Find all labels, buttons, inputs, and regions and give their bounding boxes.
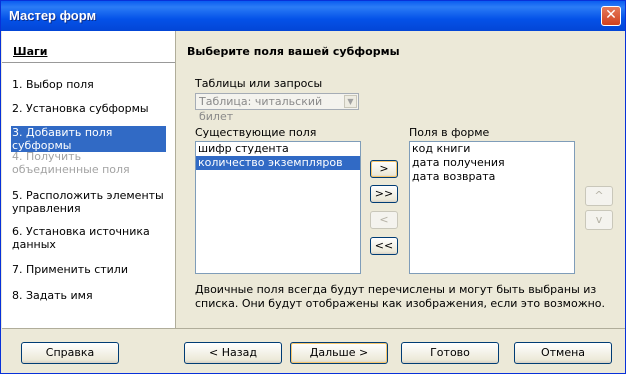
list-item[interactable]: код книги xyxy=(410,142,574,156)
form-fields-list[interactable]: код книги дата получения дата возврата xyxy=(409,141,575,274)
step-apply-styles[interactable]: 7. Применить стили xyxy=(12,263,166,276)
step-arrange-controls[interactable]: 5. Расположить элементы управления xyxy=(12,189,166,215)
list-item[interactable]: шифр студента xyxy=(196,142,360,156)
remove-field-button: < xyxy=(370,211,398,229)
steps-title: Шаги xyxy=(13,45,48,58)
step-data-source[interactable]: 6. Установка источника данных xyxy=(12,225,166,251)
list-item[interactable]: дата получения xyxy=(410,156,574,170)
remove-all-fields-button[interactable]: << xyxy=(370,237,398,255)
list-item[interactable]: количество экземпляров xyxy=(196,156,360,170)
title-bar[interactable]: Мастер форм ✕ xyxy=(1,1,625,31)
tables-label: Таблицы или запросы xyxy=(195,77,323,90)
window-title: Мастер форм xyxy=(9,8,97,23)
form-wizard-window: Мастер форм ✕ Шаги 1. Выбор поля 2. Уста… xyxy=(0,0,626,374)
binary-fields-note: Двоичные поля всегда будут перечислены и… xyxy=(195,283,606,310)
page-title: Выберите поля вашей субформы xyxy=(187,45,400,58)
steps-divider xyxy=(2,62,175,63)
list-item[interactable]: дата возврата xyxy=(410,170,574,184)
step-set-name[interactable]: 8. Задать имя xyxy=(12,289,166,302)
back-button[interactable]: < Назад xyxy=(184,342,282,364)
step-get-joined-fields: 4. Получить объединенные поля xyxy=(12,150,130,176)
step-select-fields[interactable]: 1. Выбор поля xyxy=(12,78,166,91)
wizard-page: Выберите поля вашей субформы Таблицы или… xyxy=(177,31,625,328)
add-all-fields-button[interactable]: >> xyxy=(370,185,398,203)
existing-fields-list[interactable]: шифр студента количество экземпляров xyxy=(195,141,361,274)
add-field-button[interactable]: > xyxy=(370,160,398,178)
existing-fields-label: Существующие поля xyxy=(195,126,317,139)
cancel-button[interactable]: Отмена xyxy=(514,342,612,364)
tables-select-value: Таблица: читальский билет xyxy=(199,95,323,123)
finish-button[interactable]: Готово xyxy=(401,342,499,364)
steps-sidebar: Шаги 1. Выбор поля 2. Установка субформы… xyxy=(2,31,176,328)
chevron-down-icon: ▼ xyxy=(344,95,357,108)
help-button[interactable]: Справка xyxy=(21,342,119,364)
close-icon[interactable]: ✕ xyxy=(601,6,621,26)
step-add-subform-fields[interactable]: 3. Добавить поля субформы xyxy=(11,126,166,152)
form-fields-label: Поля в форме xyxy=(409,126,490,139)
step-setup-subform[interactable]: 2. Установка субформы xyxy=(12,102,166,115)
move-down-button: v xyxy=(585,210,613,230)
next-button[interactable]: Дальше > xyxy=(290,342,388,364)
tables-select: Таблица: читальский билет ▼ xyxy=(195,93,359,123)
move-up-button: ^ xyxy=(585,186,613,206)
button-bar: Справка < Назад Дальше > Готово Отмена xyxy=(2,328,625,373)
